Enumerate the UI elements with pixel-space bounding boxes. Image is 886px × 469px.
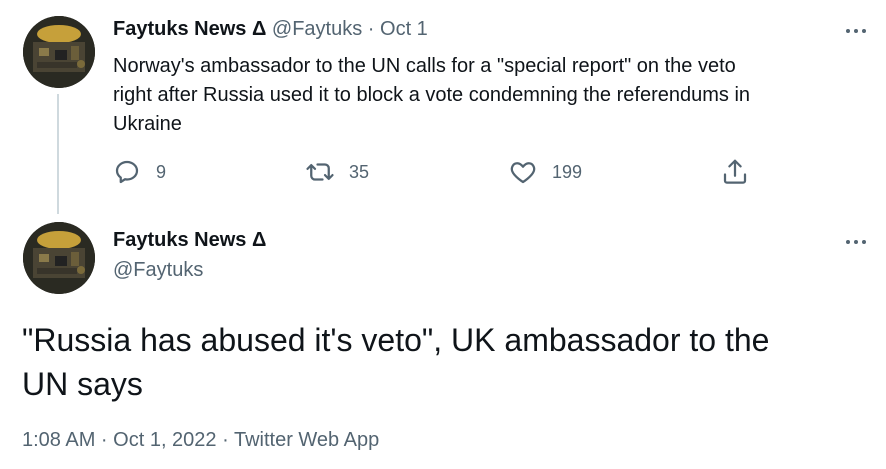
avatar[interactable]: [23, 222, 95, 294]
thread-connector-line: [57, 94, 59, 214]
author-handle[interactable]: @Faytuks: [113, 259, 203, 282]
author-name[interactable]: Faytuks News Δ: [113, 229, 266, 252]
tweet-text-line: Ukraine: [113, 113, 182, 135]
retweet-icon: [306, 163, 334, 181]
reply-button[interactable]: 9: [112, 157, 166, 187]
more-horizontal-icon[interactable]: [846, 27, 872, 35]
author-name[interactable]: Faytuks News Δ: [113, 18, 266, 40]
like-button[interactable]: 199: [508, 157, 582, 187]
tweet-date[interactable]: Oct 1: [380, 18, 428, 40]
retweet-count: 35: [349, 161, 370, 182]
avatar[interactable]: [23, 16, 95, 88]
share-button[interactable]: [720, 157, 750, 187]
heart-icon: [510, 162, 536, 184]
tweet-text-line: UN says: [22, 366, 143, 402]
separator: ·: [367, 18, 375, 40]
tweet-header: Faytuks News Δ @Faytuks · Oct 1: [113, 18, 428, 41]
like-count: 199: [552, 161, 583, 182]
reply-count: 9: [156, 161, 167, 182]
tweet-text-line: Norway's ambassador to the UN calls for …: [113, 55, 736, 77]
more-horizontal-icon[interactable]: [846, 238, 872, 246]
share-icon: [723, 159, 747, 184]
author-handle[interactable]: @Faytuks: [272, 18, 362, 40]
tweet-text-line: "Russia has abused it's veto", UK ambass…: [22, 322, 770, 358]
tweet-timestamp[interactable]: 1:08 AM · Oct 1, 2022 · Twitter Web App: [22, 429, 379, 452]
tweet-text-line: right after Russia used it to block a vo…: [113, 84, 751, 106]
retweet-button[interactable]: 35: [305, 157, 369, 187]
reply-icon: [115, 160, 139, 184]
tweet-text: Norway's ambassador to the UN calls for …: [113, 52, 853, 139]
tweet-text: "Russia has abused it's veto", UK ambass…: [22, 318, 872, 406]
